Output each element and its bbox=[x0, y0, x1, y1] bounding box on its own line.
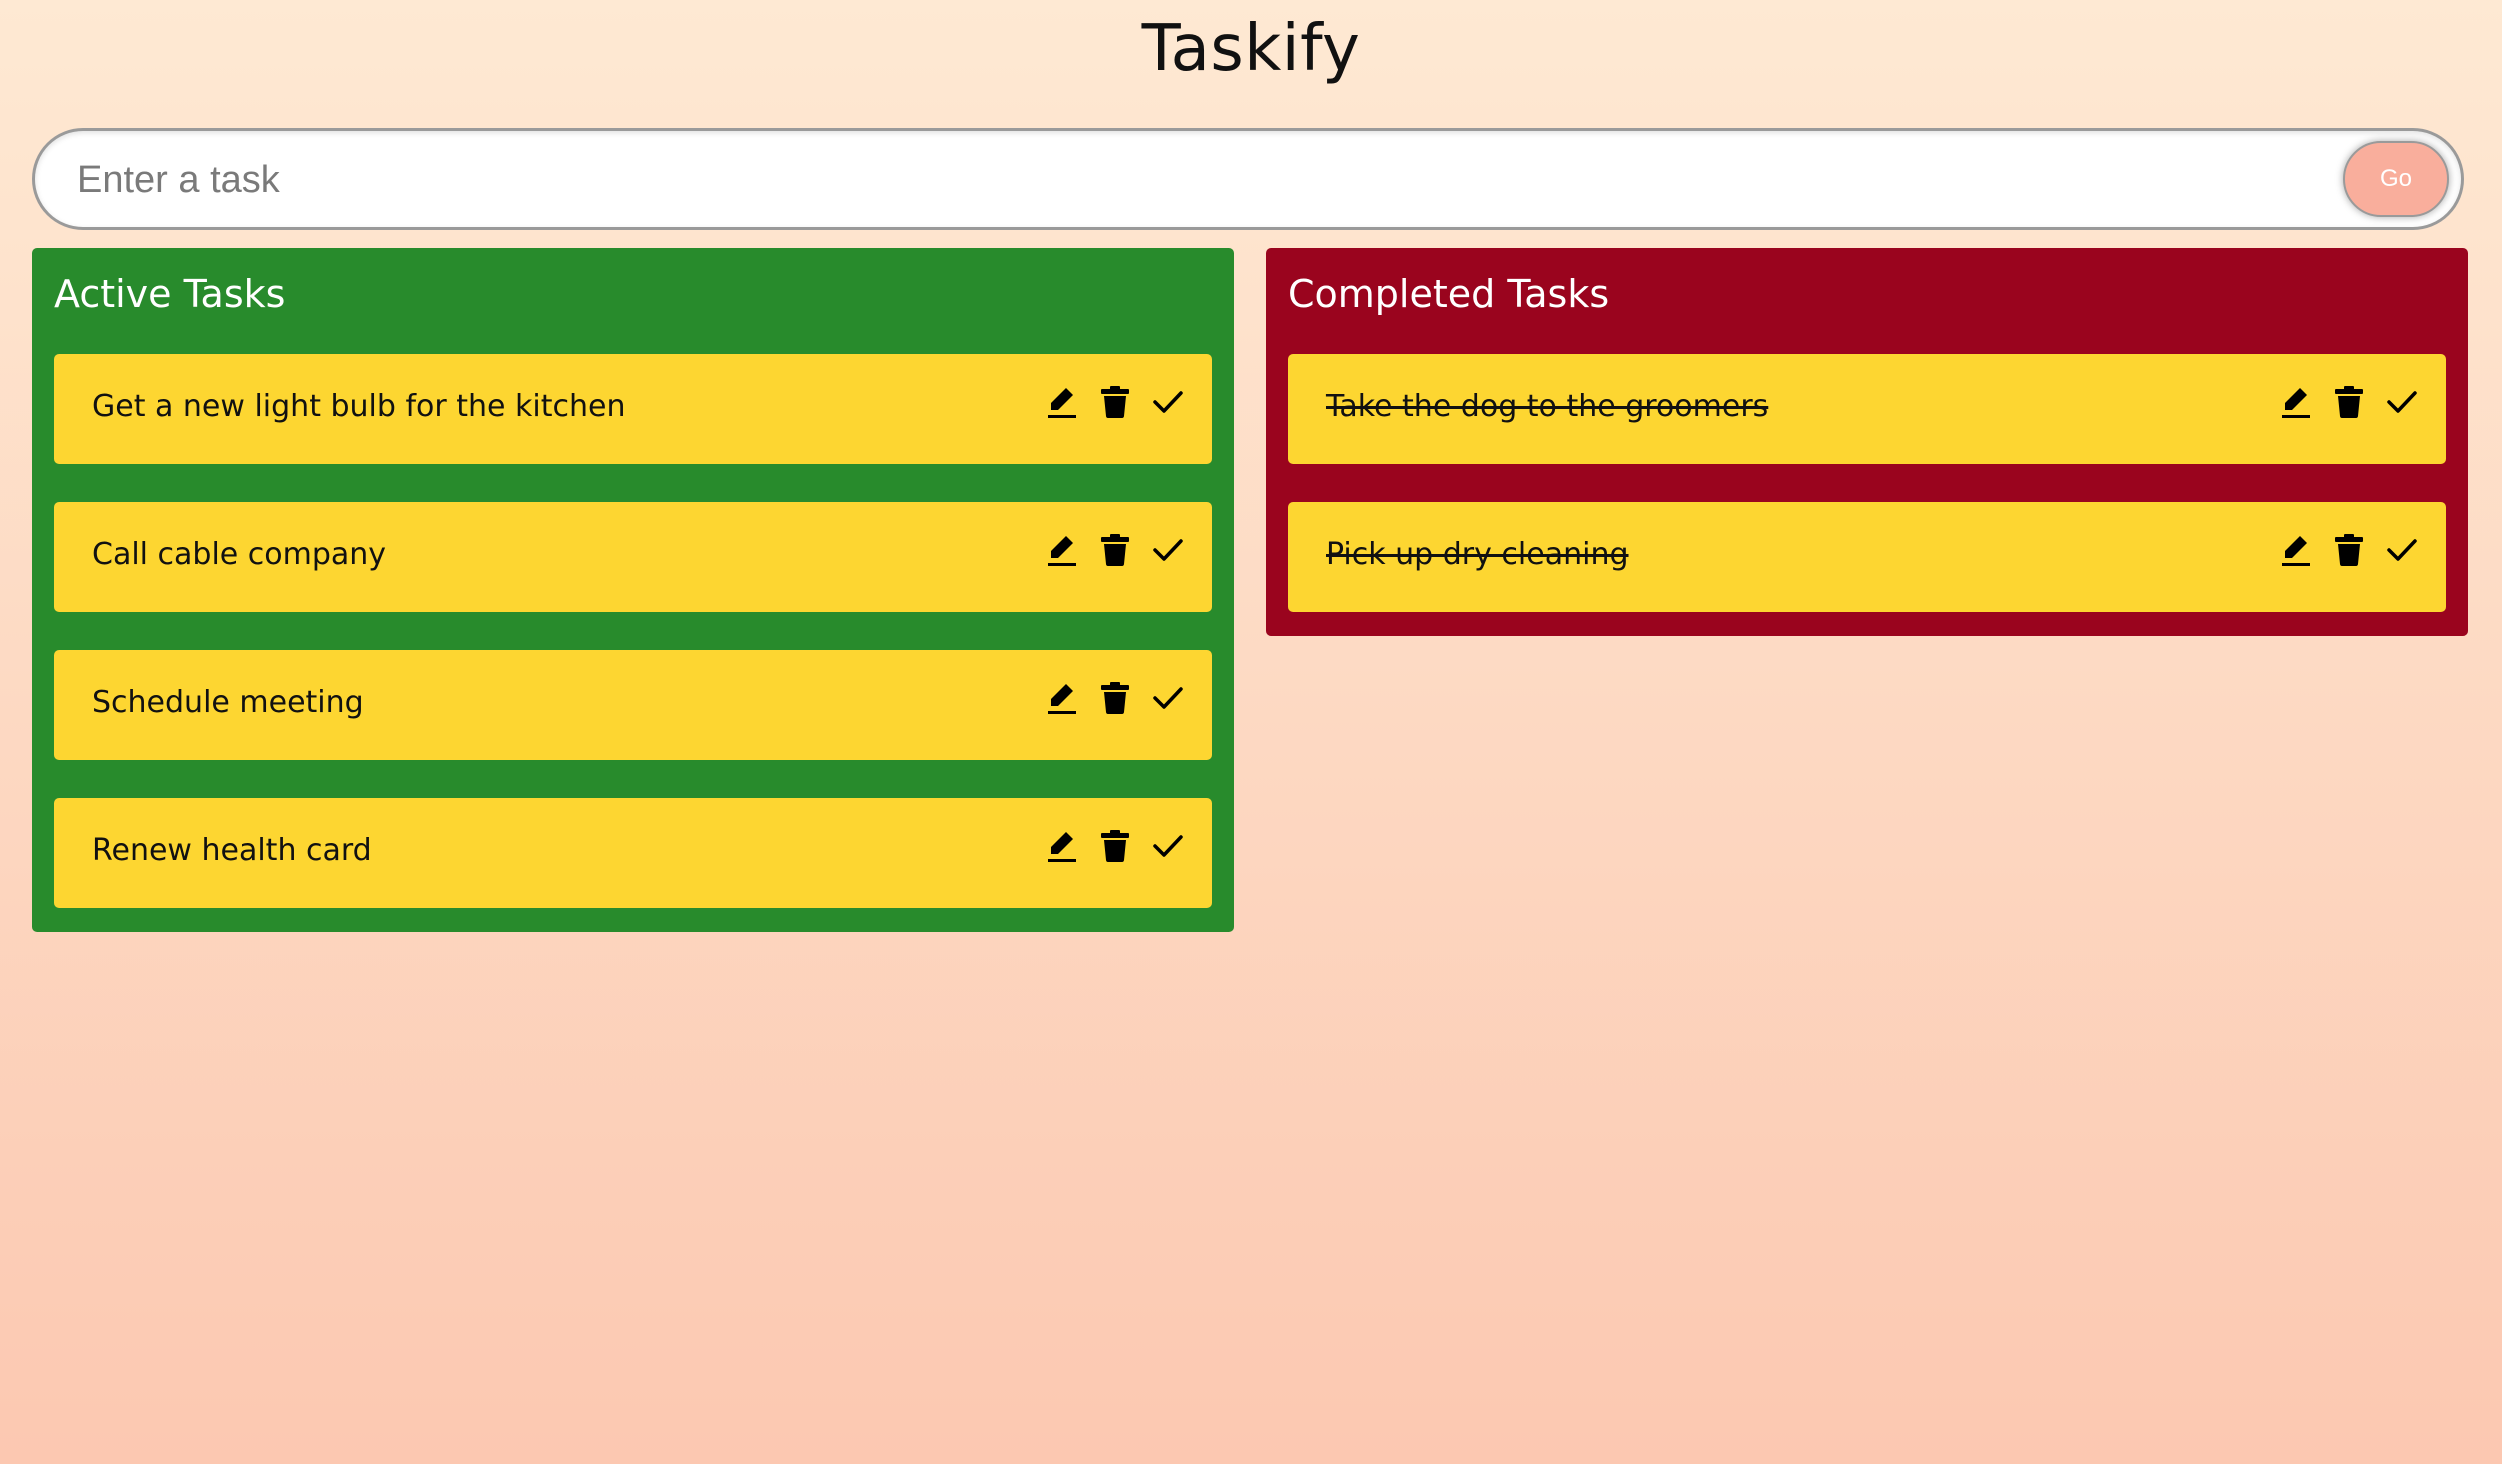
task-text: Schedule meeting bbox=[92, 685, 364, 720]
trash-icon[interactable] bbox=[1097, 828, 1133, 864]
task-actions bbox=[1027, 680, 1186, 716]
task-card: Get a new light bulb for the kitchen bbox=[54, 354, 1212, 464]
trash-icon[interactable] bbox=[2331, 384, 2367, 420]
trash-icon[interactable] bbox=[1097, 680, 1133, 716]
task-actions bbox=[1027, 384, 1186, 420]
completed-task-text: Take the dog to the groomers bbox=[1326, 389, 1769, 424]
app-title: Taskify bbox=[1141, 12, 1361, 86]
active-tasks-panel: Active Tasks Get a new light bulb for th… bbox=[32, 248, 1234, 932]
check-icon[interactable] bbox=[1150, 532, 1186, 568]
check-icon[interactable] bbox=[2384, 532, 2420, 568]
completed-tasks-panel: Completed Tasks Take the dog to the groo… bbox=[1266, 248, 2468, 636]
go-button[interactable]: Go bbox=[2343, 141, 2449, 217]
check-icon[interactable] bbox=[1150, 828, 1186, 864]
completed-task-text: Pick up dry cleaning bbox=[1326, 537, 1629, 572]
task-actions bbox=[2261, 384, 2420, 420]
active-tasks-heading: Active Tasks bbox=[54, 272, 286, 316]
task-card: Renew health card bbox=[54, 798, 1212, 908]
check-icon[interactable] bbox=[1150, 384, 1186, 420]
trash-icon[interactable] bbox=[1097, 384, 1133, 420]
task-input[interactable] bbox=[75, 131, 2359, 229]
completed-task-card: Pick up dry cleaning bbox=[1288, 502, 2446, 612]
check-icon[interactable] bbox=[1150, 680, 1186, 716]
pencil-icon[interactable] bbox=[2278, 384, 2314, 420]
pencil-icon[interactable] bbox=[1044, 828, 1080, 864]
task-actions bbox=[1027, 532, 1186, 568]
trash-icon[interactable] bbox=[2331, 532, 2367, 568]
task-input-bar: Go bbox=[32, 128, 2464, 230]
completed-task-card: Take the dog to the groomers bbox=[1288, 354, 2446, 464]
pencil-icon[interactable] bbox=[1044, 680, 1080, 716]
check-icon[interactable] bbox=[2384, 384, 2420, 420]
task-card: Call cable company bbox=[54, 502, 1212, 612]
task-text: Get a new light bulb for the kitchen bbox=[92, 389, 626, 424]
trash-icon[interactable] bbox=[1097, 532, 1133, 568]
task-actions bbox=[1027, 828, 1186, 864]
task-text: Renew health card bbox=[92, 833, 372, 868]
pencil-icon[interactable] bbox=[1044, 384, 1080, 420]
task-actions bbox=[2261, 532, 2420, 568]
pencil-icon[interactable] bbox=[1044, 532, 1080, 568]
completed-tasks-heading: Completed Tasks bbox=[1288, 272, 1610, 316]
pencil-icon[interactable] bbox=[2278, 532, 2314, 568]
task-card: Schedule meeting bbox=[54, 650, 1212, 760]
task-text: Call cable company bbox=[92, 537, 387, 572]
